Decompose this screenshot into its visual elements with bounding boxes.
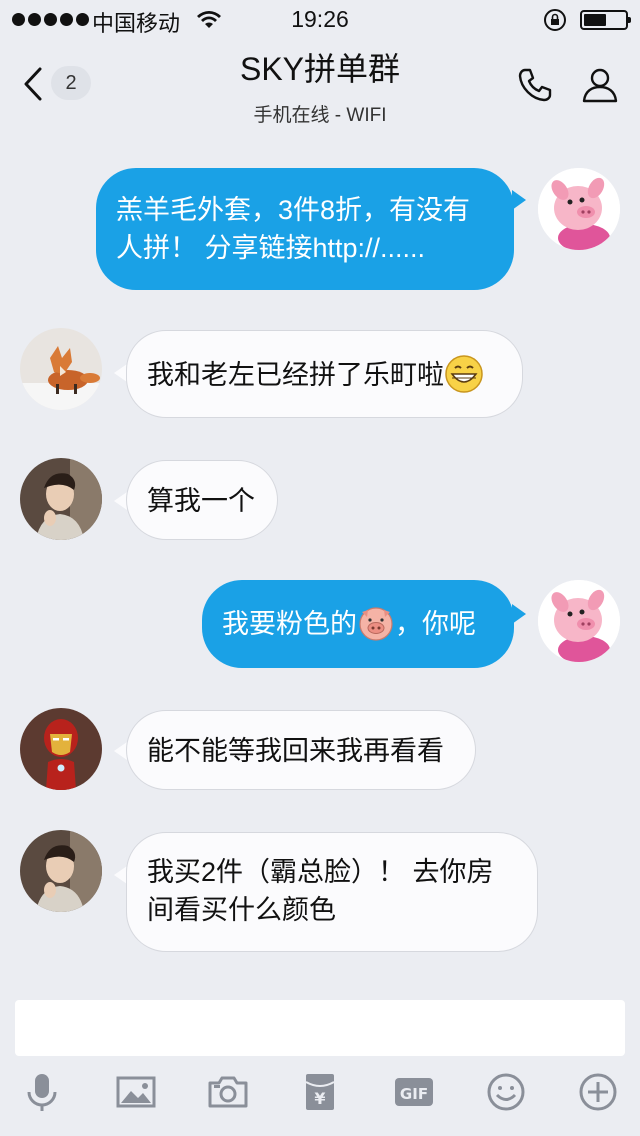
avatar-ironman[interactable] bbox=[20, 708, 102, 790]
piglet-avatar-icon bbox=[538, 580, 620, 662]
svg-text:¥: ¥ bbox=[314, 1089, 325, 1108]
message-text: 人拼！ 分享链接http://...... bbox=[116, 233, 426, 263]
input-bar: ¥ GIF bbox=[0, 990, 640, 1136]
microphone-icon[interactable] bbox=[20, 1070, 64, 1114]
plus-icon[interactable] bbox=[576, 1070, 620, 1114]
avatar-boy[interactable] bbox=[20, 830, 102, 912]
orientation-lock-icon bbox=[544, 9, 566, 31]
grinning-face-emoji bbox=[445, 355, 483, 393]
svg-text:GIF: GIF bbox=[400, 1085, 428, 1103]
message-text: ，你呢 bbox=[395, 609, 476, 639]
red-packet-icon[interactable]: ¥ bbox=[298, 1070, 342, 1114]
image-icon[interactable] bbox=[114, 1070, 158, 1114]
bubble-tail bbox=[512, 190, 526, 210]
fox-avatar-icon bbox=[20, 328, 102, 410]
emoji-icon[interactable] bbox=[484, 1070, 528, 1114]
battery-icon bbox=[580, 10, 631, 30]
message-bubble[interactable]: 算我一个 bbox=[126, 460, 278, 540]
bubble-tail bbox=[512, 604, 526, 624]
avatar-piglet[interactable] bbox=[538, 580, 620, 662]
boy-avatar-icon bbox=[20, 830, 102, 912]
gif-icon[interactable]: GIF bbox=[392, 1070, 436, 1114]
avatar-piglet[interactable] bbox=[538, 168, 620, 250]
message-text: 能不能等我回来我再看看 bbox=[147, 736, 444, 766]
pig-face-emoji bbox=[359, 607, 393, 641]
avatar-boy[interactable] bbox=[20, 458, 102, 540]
avatar-fox[interactable] bbox=[20, 328, 102, 410]
ironman-avatar-icon bbox=[20, 708, 102, 790]
message-text: 我要粉色的 bbox=[222, 609, 357, 639]
message-bubble[interactable]: 我和老左已经拼了乐町啦 bbox=[126, 330, 523, 418]
message-bubble[interactable]: 羔羊毛外套，3件8折，有没有 人拼！ 分享链接http://...... bbox=[96, 168, 514, 290]
group-profile-icon[interactable] bbox=[581, 66, 619, 104]
message-text: 算我一个 bbox=[147, 486, 255, 516]
message-text: 我和老左已经拼了乐町啦 bbox=[147, 360, 444, 390]
message-bubble[interactable]: 我要粉色的 ，你呢 bbox=[202, 580, 514, 668]
status-bar: 中国移动 19:26 bbox=[0, 0, 640, 40]
message-text: 羔羊毛外套，3件8折，有没有 bbox=[116, 195, 471, 225]
phone-call-icon[interactable] bbox=[516, 66, 554, 104]
boy-avatar-icon bbox=[20, 458, 102, 540]
message-text: 我买2件（霸总脸）！ 去你房 bbox=[147, 857, 494, 887]
message-text: 间看买什么颜色 bbox=[147, 895, 336, 925]
message-bubble[interactable]: 我买2件（霸总脸）！ 去你房 间看买什么颜色 bbox=[126, 832, 538, 952]
message-bubble[interactable]: 能不能等我回来我再看看 bbox=[126, 710, 476, 790]
camera-icon[interactable] bbox=[206, 1070, 250, 1114]
chat-subtitle: 手机在线 - WIFI bbox=[253, 105, 387, 126]
message-input[interactable] bbox=[15, 1000, 625, 1056]
piglet-avatar-icon bbox=[538, 168, 620, 250]
